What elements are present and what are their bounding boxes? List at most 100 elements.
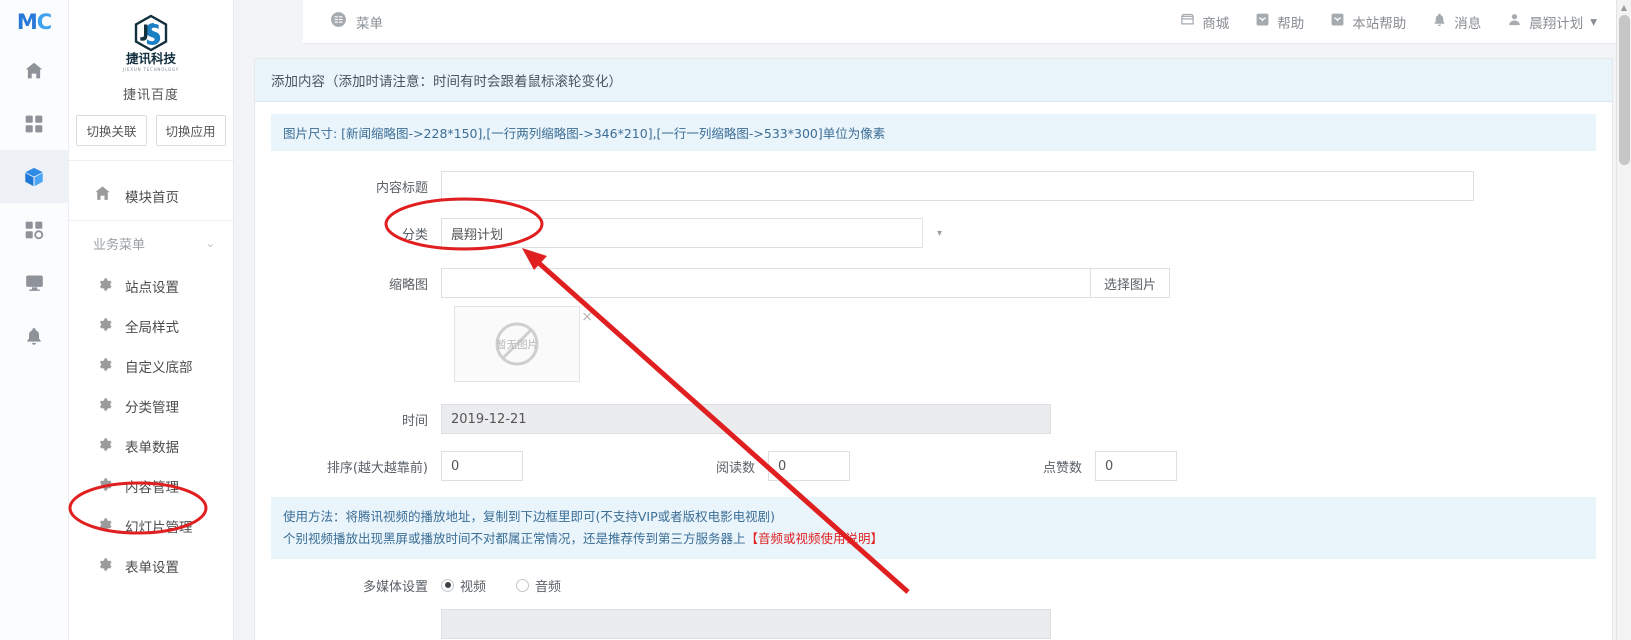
thumbnail-preview[interactable]: 暂无图片 ×: [454, 306, 593, 382]
icon-rail: MC: [0, 0, 69, 640]
topbar-item-user-menu[interactable]: 晨翔计划 ▾: [1507, 12, 1597, 32]
topbar-item-messages[interactable]: 消息: [1432, 12, 1481, 32]
bell-icon: [24, 326, 44, 346]
media-notice-line1: 使用方法：将腾讯视频的播放地址，复制到下边框里即可(不支持VIP或者版权电影电视…: [283, 509, 776, 524]
user-icon: [1507, 12, 1522, 31]
sidebar-item-label: 自定义底部: [125, 360, 193, 376]
sidebar-item-site-settings[interactable]: 站点设置: [69, 266, 233, 306]
panel-body: 图片尺寸: [新闻缩略图->228*150],[一行两列缩略图->346*210…: [255, 102, 1612, 639]
image-size-notice: 图片尺寸: [新闻缩略图->228*150],[一行两列缩略图->346*210…: [271, 114, 1596, 151]
topbar-user-label: 晨翔计划: [1529, 15, 1584, 32]
thumbnail-path-input[interactable]: [441, 268, 1091, 298]
rail-item-home[interactable]: [0, 44, 68, 97]
radio-dot-icon[interactable]: [441, 578, 454, 592]
content-scroll-area: 添加内容（添加时请注意：时间有时会跟着鼠标滚轮变化） 图片尺寸: [新闻缩略图-…: [234, 44, 1631, 640]
sidebar-brand: 捷讯科技 JIEXUN TECHNOLOGY 捷讯百度 切换关联 切换应用: [69, 0, 233, 171]
radio-option-audio[interactable]: 音频: [516, 576, 561, 595]
scrollbar-thumb[interactable]: [1619, 15, 1630, 165]
sidebar-item-module-home[interactable]: 模块首页: [69, 171, 233, 221]
form-row-time: 时间: [271, 404, 1596, 434]
read-count-input[interactable]: [768, 451, 850, 481]
media-usage-link[interactable]: 【音频或视频使用说明】: [746, 531, 884, 546]
sidebar-item-global-style[interactable]: 全局样式: [69, 306, 233, 346]
sidebar: 捷讯科技 JIEXUN TECHNOLOGY 捷讯百度 切换关联 切换应用 模块…: [69, 0, 234, 640]
sidebar-group-business-menu[interactable]: 业务菜单 ⌄: [69, 221, 233, 266]
grid-icon: [24, 114, 44, 134]
sidebar-item-label: 内容管理: [125, 480, 179, 496]
sort-input[interactable]: [441, 451, 523, 481]
app-logo-m: M: [16, 10, 38, 34]
rail-item-modules[interactable]: [0, 150, 68, 203]
panel-title: 添加内容（添加时请注意：时间有时会跟着鼠标滚轮变化）: [255, 59, 1612, 102]
monitor-icon: [24, 272, 45, 293]
app-logo-e: C: [36, 10, 52, 34]
vertical-scrollbar[interactable]: ▲: [1616, 0, 1631, 640]
category-label: 分类: [401, 227, 428, 243]
chevron-down-icon: ⌄: [205, 237, 215, 250]
media-notice-line2: 个别视频播放出现黑屏或播放时间不对都属正常情况，还是推荐传到第三方服务器上【音频…: [283, 528, 1584, 550]
gear-icon: [97, 557, 112, 576]
sidebar-item-category-management[interactable]: 分类管理: [69, 386, 233, 426]
sidebar-item-label: 表单数据: [125, 440, 179, 456]
sidebar-brand-name: 捷讯百度: [122, 88, 179, 103]
topbar-item-help[interactable]: 帮助: [1255, 12, 1304, 32]
chevron-down-icon[interactable]: ▾: [922, 218, 956, 248]
time-input[interactable]: [441, 404, 1051, 434]
company-logo-subtitle: JIEXUN TECHNOLOGY: [122, 67, 179, 72]
like-count-input[interactable]: [1095, 451, 1177, 481]
sidebar-item-form-data[interactable]: 表单数据: [69, 426, 233, 466]
sidebar-switch-buttons: 切换关联 切换应用: [69, 115, 233, 146]
time-label: 时间: [401, 413, 428, 429]
no-image-icon: 暂无图片: [491, 318, 543, 370]
topbar-item-label: 商城: [1202, 15, 1230, 32]
rail-item-app-settings[interactable]: [0, 203, 68, 256]
thumbnail-label: 缩略图: [388, 277, 428, 293]
topbar-right-group: 商城 帮助 本站帮助 消息 晨翔计划 ▾: [1180, 12, 1631, 32]
sidebar-item-label: 站点设置: [125, 280, 179, 296]
sidebar-item-label: 分类管理: [125, 400, 179, 416]
help-icon: [1255, 12, 1270, 31]
form-row-counters: 排序(越大越靠前) 阅读数 点赞数: [271, 451, 1596, 481]
like-count-label: 点赞数: [1042, 460, 1082, 476]
cube-icon: [23, 166, 45, 188]
sidebar-item-label: 全局样式: [125, 320, 179, 336]
remove-thumbnail-icon[interactable]: ×: [581, 309, 593, 325]
sidebar-item-slideshow-management[interactable]: 幻灯片管理: [69, 506, 233, 546]
radio-option-label: 音频: [535, 579, 562, 595]
multimedia-radio-group: 视频 音频: [441, 576, 561, 595]
add-content-panel: 添加内容（添加时请注意：时间有时会跟着鼠标滚轮变化） 图片尺寸: [新闻缩略图-…: [254, 58, 1613, 640]
company-logo-icon: 捷讯科技 JIEXUN TECHNOLOGY: [115, 14, 187, 76]
sidebar-item-content-management[interactable]: 内容管理: [69, 466, 233, 506]
radio-option-video[interactable]: 视频: [441, 576, 486, 595]
form-row-media-url: [271, 608, 1596, 639]
topbar-item-shop[interactable]: 商城: [1180, 12, 1229, 32]
rail-item-monitor[interactable]: [0, 256, 68, 309]
sidebar-menu-list: 站点设置 全局样式 自定义底部 分类管理 表单数据 内容管理 幻灯片管理 表单设…: [69, 266, 233, 586]
form-row-category: 分类 ▾: [271, 218, 1596, 248]
topbar-item-label: 本站帮助: [1352, 15, 1407, 32]
select-image-button[interactable]: 选择图片: [1091, 268, 1171, 298]
multimedia-setting-label: 多媒体设置: [362, 579, 428, 595]
gear-icon: [97, 437, 112, 456]
topbar-item-site-help[interactable]: 本站帮助: [1330, 12, 1406, 32]
site-help-icon: [1330, 12, 1345, 31]
rail-item-notifications[interactable]: [0, 309, 68, 362]
gear-icon: [97, 277, 112, 296]
topbar-item-label: 消息: [1454, 15, 1482, 32]
sidebar-item-form-settings[interactable]: 表单设置: [69, 546, 233, 586]
switch-relation-button[interactable]: 切换关联: [76, 115, 147, 146]
category-select-input[interactable]: [441, 218, 956, 248]
media-url-input[interactable]: [441, 608, 1051, 639]
gear-icon: [97, 397, 112, 416]
category-select[interactable]: ▾: [441, 218, 956, 248]
sort-label: 排序(越大越靠前): [326, 460, 428, 476]
content-title-input[interactable]: [441, 171, 1474, 201]
radio-dot-icon[interactable]: [516, 578, 530, 592]
gear-icon: [97, 517, 112, 536]
rail-item-apps[interactable]: [0, 97, 68, 150]
radio-option-label: 视频: [460, 579, 487, 595]
switch-app-button[interactable]: 切换应用: [155, 115, 226, 146]
menu-toggle-button[interactable]: 菜单: [303, 11, 401, 32]
scroll-up-button[interactable]: ▲: [1617, 0, 1631, 15]
sidebar-item-custom-footer[interactable]: 自定义底部: [69, 346, 233, 386]
